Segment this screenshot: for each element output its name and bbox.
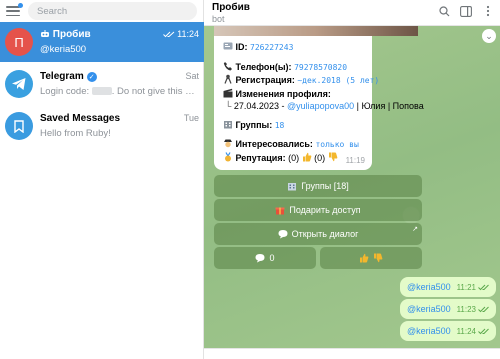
chat-time: 11:24 — [177, 29, 199, 39]
open-dialog-button-label: Открыть диалог — [291, 229, 359, 239]
thumbs-up-icon — [360, 253, 369, 263]
search-icon[interactable] — [438, 5, 450, 17]
avatar — [5, 112, 33, 140]
groups-value: 18 — [274, 120, 285, 130]
gift-access-button[interactable]: Подарить доступ — [214, 199, 422, 221]
double-check-icon — [478, 306, 489, 312]
avatar: П — [5, 28, 33, 56]
message-text[interactable]: @keria500 — [407, 326, 451, 336]
message-text[interactable]: @keria500 — [407, 282, 451, 292]
message-composer[interactable] — [204, 348, 500, 359]
gift-icon — [275, 207, 285, 215]
phones-value[interactable]: 79278570820 — [294, 63, 347, 72]
thumbs-up-icon — [302, 152, 311, 161]
chat-item-telegram[interactable]: Telegram ✓ Sat Login code: . Do not give … — [0, 64, 204, 104]
thumbs-down-icon — [374, 253, 383, 263]
medal-icon — [225, 151, 231, 161]
groups-button[interactable]: Группы [18] — [214, 175, 422, 197]
double-check-icon — [478, 328, 489, 334]
redacted-code — [91, 87, 112, 96]
registration-value: ~дек.2018 (5 лет) — [297, 76, 380, 85]
profile-change-date: 27.04.2023 - — [233, 101, 287, 111]
chat-name: Пробив — [52, 28, 91, 40]
interested-label: Интересовались: — [235, 139, 313, 149]
scroll-down-icon[interactable]: ⌄ — [482, 29, 496, 43]
id-label: ID: — [235, 42, 248, 52]
gift-access-button-label: Подарить доступ — [289, 205, 361, 215]
id-card-icon — [223, 42, 233, 50]
sidebar-toggle-icon[interactable] — [460, 5, 472, 17]
message-text[interactable]: @keria500 — [407, 304, 451, 314]
comments-button[interactable]: 0 — [214, 247, 316, 269]
building-icon — [288, 182, 297, 190]
reputation-label: Репутация: — [235, 152, 286, 163]
comments-count: 0 — [269, 253, 275, 263]
more-options-icon[interactable] — [482, 5, 494, 17]
chat-name: Telegram — [40, 70, 84, 82]
profile-change-names: | Юлия | Попова — [354, 101, 424, 111]
outgoing-message: @keria500 11:21 — [400, 277, 496, 297]
double-check-icon — [163, 31, 175, 37]
bot-icon — [41, 29, 49, 37]
bookmark-icon — [14, 119, 24, 133]
chat-header[interactable]: Пробив bot — [204, 0, 500, 26]
menu-icon[interactable] — [6, 3, 23, 17]
chat-name: Saved Messages — [40, 112, 121, 124]
clapper-icon — [223, 88, 233, 97]
chat-item-saved-messages[interactable]: Saved Messages Tue Hello from Ruby! — [0, 106, 204, 146]
bot-message-bubble: ID: 726227243 Телефон(ы): 79278570820 Ре… — [214, 36, 424, 170]
chat-item-probiv[interactable]: П Пробив 11:24 @keria500 — [0, 22, 204, 62]
conversation-panel: Пробив bot ⌄ ID: 726227243 Телефон(ы): 7… — [204, 0, 500, 359]
chat-preview: Login code: . Do not give this code — [40, 86, 199, 97]
chat-preview: @keria500 — [40, 44, 87, 55]
message-time: 11:19 — [345, 155, 365, 165]
profile-change-username[interactable]: @yuliapopova00 — [287, 101, 354, 111]
chat-list-panel: Search П Пробив 11:24 @keria500 Telegram… — [0, 0, 204, 359]
photo-preview[interactable] — [214, 26, 418, 36]
person-icon — [224, 74, 232, 84]
groups-button-label: Группы [18] — [301, 181, 349, 191]
vote-button[interactable] — [320, 247, 422, 269]
open-dialog-button[interactable]: Открыть диалог ↗ — [214, 223, 422, 245]
double-check-icon — [478, 284, 489, 290]
avatar — [5, 70, 33, 98]
profile-changes-label: Изменения профиля: — [235, 88, 331, 99]
id-value[interactable]: 726227243 — [250, 43, 293, 52]
thumbs-down-icon — [328, 152, 338, 161]
reputation-positive: (0) — [288, 152, 300, 163]
verified-icon: ✓ — [86, 71, 97, 82]
groups-label: Группы: — [235, 119, 273, 130]
chat-time: Tue — [183, 113, 199, 123]
chat-preview: Hello from Ruby! — [40, 128, 111, 139]
building-icon — [224, 120, 232, 128]
outgoing-message: @keria500 11:24 — [400, 321, 496, 341]
telegram-logo-icon — [12, 78, 26, 90]
interested-value: только вы — [315, 140, 359, 149]
registration-label: Регистрация: — [235, 75, 295, 85]
detective-icon — [224, 139, 232, 148]
notification-dot — [18, 3, 23, 8]
reputation-negative: (0) — [314, 152, 326, 163]
phones-label: Телефон(ы): — [235, 61, 292, 72]
phone-icon — [223, 61, 232, 70]
external-link-icon: ↗ — [412, 226, 418, 233]
search-input[interactable]: Search — [28, 2, 197, 20]
speech-bubble-icon — [278, 230, 288, 239]
chat-time: Sat — [185, 71, 199, 81]
comment-icon — [255, 254, 265, 263]
chat-list-topbar: Search — [0, 0, 203, 22]
outgoing-message: @keria500 11:23 — [400, 299, 496, 319]
